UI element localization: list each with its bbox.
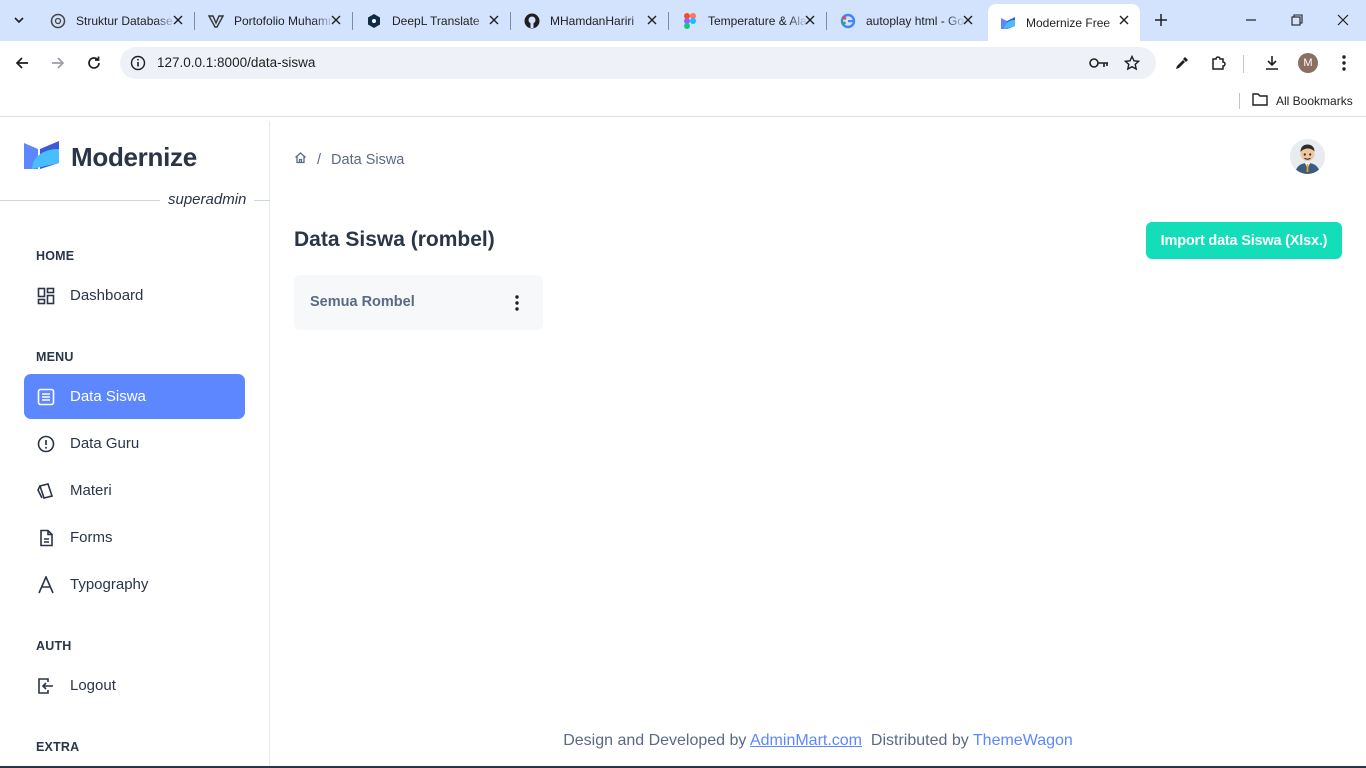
browser-tab-3[interactable]: DeepL Translate [354,4,511,37]
sidebar-item-logout[interactable]: Logout [24,663,245,708]
close-tab-icon[interactable] [170,12,186,28]
figma-icon [682,12,698,29]
sidebar-item-data-guru[interactable]: Data Guru [24,421,245,466]
rombel-card-label: Semua Rombel [310,294,415,310]
close-window-icon[interactable] [1320,0,1366,40]
import-xlsx-button[interactable]: Import data Siswa (Xlsx.) [1146,222,1342,259]
typography-icon [36,575,56,595]
sidebar-item-label: Materi [70,482,112,499]
home-icon[interactable] [294,151,307,168]
reload-icon[interactable] [81,50,107,76]
modernize-logo-icon [24,141,59,174]
sidebar-item-materi[interactable]: Materi [24,468,245,513]
user-role: superadmin [168,191,247,208]
tab-title: MHamdanHariri [550,13,635,28]
tab-title: Temperature & Alat [708,13,808,28]
minimize-icon[interactable] [1228,0,1274,40]
close-tab-icon[interactable] [644,12,660,28]
all-bookmarks-button[interactable]: All Bookmarks [1252,92,1353,109]
tab-title: Struktur Database [76,13,173,28]
breadcrumb: / Data Siswa [294,151,404,168]
tab-title: autoplay html - Google [866,13,966,28]
url-text: 127.0.0.1:8000/data-siswa [157,55,316,70]
back-arrow-icon[interactable] [9,50,35,76]
tab-title: DeepL Translate [392,13,480,28]
profile-avatar[interactable]: M [1298,53,1318,73]
kebab-menu-icon[interactable] [508,293,526,313]
tab-search-chevron-icon[interactable] [8,9,30,31]
eyedropper-icon[interactable] [1169,50,1195,76]
new-tab-plus-icon[interactable] [1150,9,1172,31]
browser-tab-4[interactable]: MHamdanHariri [512,4,669,37]
forward-arrow-icon[interactable] [45,50,71,76]
sidebar-item-label: Data Siswa [70,388,146,405]
bookmarks-bar: All Bookmarks [0,85,1366,117]
tab-title: Modernize Free [1026,15,1111,30]
cards-icon [36,481,56,501]
sidebar-item-dashboard[interactable]: Dashboard [24,273,245,318]
extensions-puzzle-icon[interactable] [1205,50,1231,76]
browser-tab-strip: Struktur Database Portofolio Muhammad De… [0,0,1366,41]
rombel-card[interactable]: Semua Rombel [294,275,543,330]
folder-icon [1252,92,1268,109]
logout-icon [36,676,56,696]
close-tab-icon[interactable] [802,12,818,28]
themewagon-link[interactable]: ThemeWagon [973,732,1073,749]
sidebar: Modernize superadmin HOME Dashboard MENU… [0,121,270,768]
breadcrumb-current: Data Siswa [331,151,405,168]
browser-tab-2[interactable]: Portofolio Muhammad [196,4,353,37]
openai-icon [50,13,66,29]
browser-tab-active[interactable]: Modernize Free [988,4,1140,41]
sidebar-item-forms[interactable]: Forms [24,515,245,560]
close-tab-icon[interactable] [486,12,502,28]
brand-logo[interactable]: Modernize [24,141,197,174]
more-menu-icon[interactable] [1331,50,1357,76]
page-title: Data Siswa (rombel) [294,228,495,251]
article-icon [36,387,56,407]
avatar[interactable] [1290,139,1325,174]
sidebar-item-label: Typography [70,576,149,593]
sidebar-item-label: Forms [70,529,113,546]
nav-caption-home: HOME [36,249,75,263]
sidebar-item-typography[interactable]: Typography [24,562,245,607]
nav-caption-menu: MENU [36,350,74,364]
sidebar-item-label: Dashboard [70,287,144,304]
bookmark-star-icon[interactable] [1121,53,1143,73]
sidebar-item-label: Data Guru [70,435,140,452]
all-bookmarks-label: All Bookmarks [1276,93,1353,108]
dashboard-icon [36,286,56,306]
password-key-icon[interactable] [1088,53,1110,73]
alert-circle-icon [36,434,56,454]
close-tab-icon[interactable] [960,12,976,28]
restore-icon[interactable] [1274,0,1320,40]
file-description-icon [36,528,56,548]
footer-prefix: Design and Developed by [563,732,747,749]
browser-tab-6[interactable]: autoplay html - Google [828,4,984,37]
breadcrumb-separator: / [317,151,322,168]
brand-name: Modernize [71,142,197,172]
deepl-icon [366,13,382,29]
site-info-icon[interactable] [128,53,148,73]
close-tab-icon[interactable] [1116,12,1132,28]
browser-tab-1[interactable]: Struktur Database [38,4,195,37]
browser-toolbar: 127.0.0.1:8000/data-siswa M [0,41,1366,85]
download-icon[interactable] [1259,50,1285,76]
sidebar-item-data-siswa[interactable]: Data Siswa [24,374,245,419]
close-tab-icon[interactable] [328,12,344,28]
adminmart-link[interactable]: AdminMart.com [750,732,862,749]
sidebar-item-label: Logout [70,677,116,694]
web-page: Modernize superadmin HOME Dashboard MENU… [0,121,1366,768]
vercel-icon [208,13,224,29]
google-icon [840,13,856,29]
footer-middle: Distributed by [870,732,969,749]
github-icon [524,13,540,29]
browser-tab-5[interactable]: Temperature & Alat [670,4,827,37]
tab-title: Portofolio Muhammad [234,13,334,28]
modernize-icon [1000,15,1016,31]
footer: Design and Developed by AdminMart.com Di… [270,732,1366,750]
nav-caption-auth: AUTH [36,639,72,653]
address-bar[interactable]: 127.0.0.1:8000/data-siswa [120,47,1156,79]
nav-caption-extra: EXTRA [36,740,80,754]
